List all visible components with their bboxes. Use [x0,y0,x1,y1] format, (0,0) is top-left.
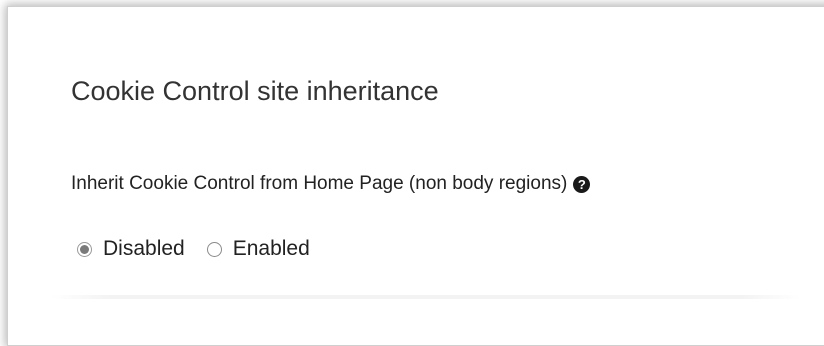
section-title: Cookie Control site inheritance [71,76,439,106]
settings-panel: Cookie Control site inheritance Inherit … [7,6,824,346]
radio-disabled[interactable] [77,241,92,257]
radio-option-enabled[interactable]: Enabled [206,237,310,261]
radio-label-enabled: Enabled [232,237,310,260]
radio-selected-dot [80,244,89,254]
inherit-setting-label: Inherit Cookie Control from Home Page (n… [71,173,568,194]
question-circle-icon[interactable]: ? [573,175,591,193]
radio-enabled[interactable] [206,241,222,257]
radio-label-disabled: Disabled [103,237,185,260]
inherit-setting-row: Inherit Cookie Control from Home Page (n… [71,173,591,195]
radio-option-disabled[interactable]: Disabled [77,237,185,261]
section-divider [51,295,801,299]
inherit-radio-group: Disabled Enabled [77,237,310,261]
